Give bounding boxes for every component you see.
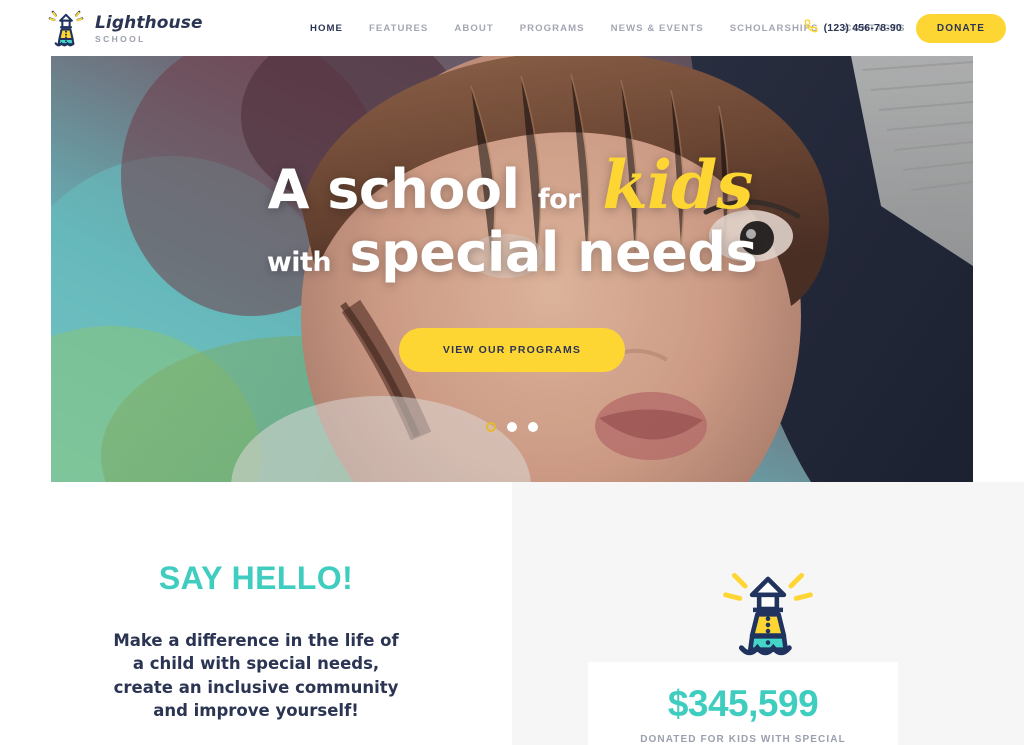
lighthouse-icon xyxy=(715,556,821,662)
hero-slider: A school for kids with special needs VIE… xyxy=(51,56,973,482)
intro-text-column: SAY HELLO! Make a difference in the life… xyxy=(0,482,512,745)
phone-icon xyxy=(804,18,818,38)
nav-item-features[interactable]: FEATURES xyxy=(369,23,428,34)
hero-heading-with: with xyxy=(266,247,332,278)
hero-heading-part-1: A school xyxy=(267,158,520,221)
brand-logo[interactable]: Lighthouse SCHOOL xyxy=(44,6,203,50)
phone-link[interactable]: (123) 456-78-90 xyxy=(804,18,902,38)
lighthouse-icon xyxy=(44,6,88,50)
donation-amount: $345,599 xyxy=(667,683,819,724)
donation-card: $345,599 DONATED FOR KIDS WITH SPECIAL xyxy=(588,662,898,745)
site-header: Lighthouse SCHOOL HOME FEATURES ABOUT PR… xyxy=(0,0,1024,56)
nav-item-about[interactable]: ABOUT xyxy=(454,23,493,34)
nav-item-programs[interactable]: PROGRAMS xyxy=(520,23,585,34)
phone-number: (123) 456-78-90 xyxy=(823,22,902,34)
brand-subtitle: SCHOOL xyxy=(95,33,146,44)
slider-pagination xyxy=(51,422,973,432)
slider-dot-3[interactable] xyxy=(528,422,538,432)
hero-heading-highlight: kids xyxy=(602,146,753,224)
hero-heading-for: for xyxy=(537,184,581,215)
view-programs-button[interactable]: VIEW OUR PROGRAMS xyxy=(398,328,626,372)
donation-caption: DONATED FOR KIDS WITH SPECIAL xyxy=(640,734,846,745)
hero-heading-part-2: special needs xyxy=(349,221,758,284)
nav-item-news-events[interactable]: NEWS & EVENTS xyxy=(611,23,704,34)
intro-body: Make a difference in the life of a child… xyxy=(113,631,399,721)
intro-heading: SAY HELLO! xyxy=(158,560,354,596)
slider-dot-2[interactable] xyxy=(507,422,517,432)
donation-column: $345,599 DONATED FOR KIDS WITH SPECIAL xyxy=(512,482,1024,745)
intro-section: SAY HELLO! Make a difference in the life… xyxy=(0,482,1024,745)
nav-item-home[interactable]: HOME xyxy=(310,23,343,34)
hero-content: A school for kids with special needs VIE… xyxy=(51,56,973,482)
brand-name: Lighthouse xyxy=(95,12,203,33)
slider-dot-1[interactable] xyxy=(486,422,496,432)
header-actions: (123) 456-78-90 DONATE xyxy=(804,0,1006,56)
hero-heading: A school for kids with special needs xyxy=(266,152,758,280)
donate-button[interactable]: DONATE xyxy=(915,13,1006,43)
